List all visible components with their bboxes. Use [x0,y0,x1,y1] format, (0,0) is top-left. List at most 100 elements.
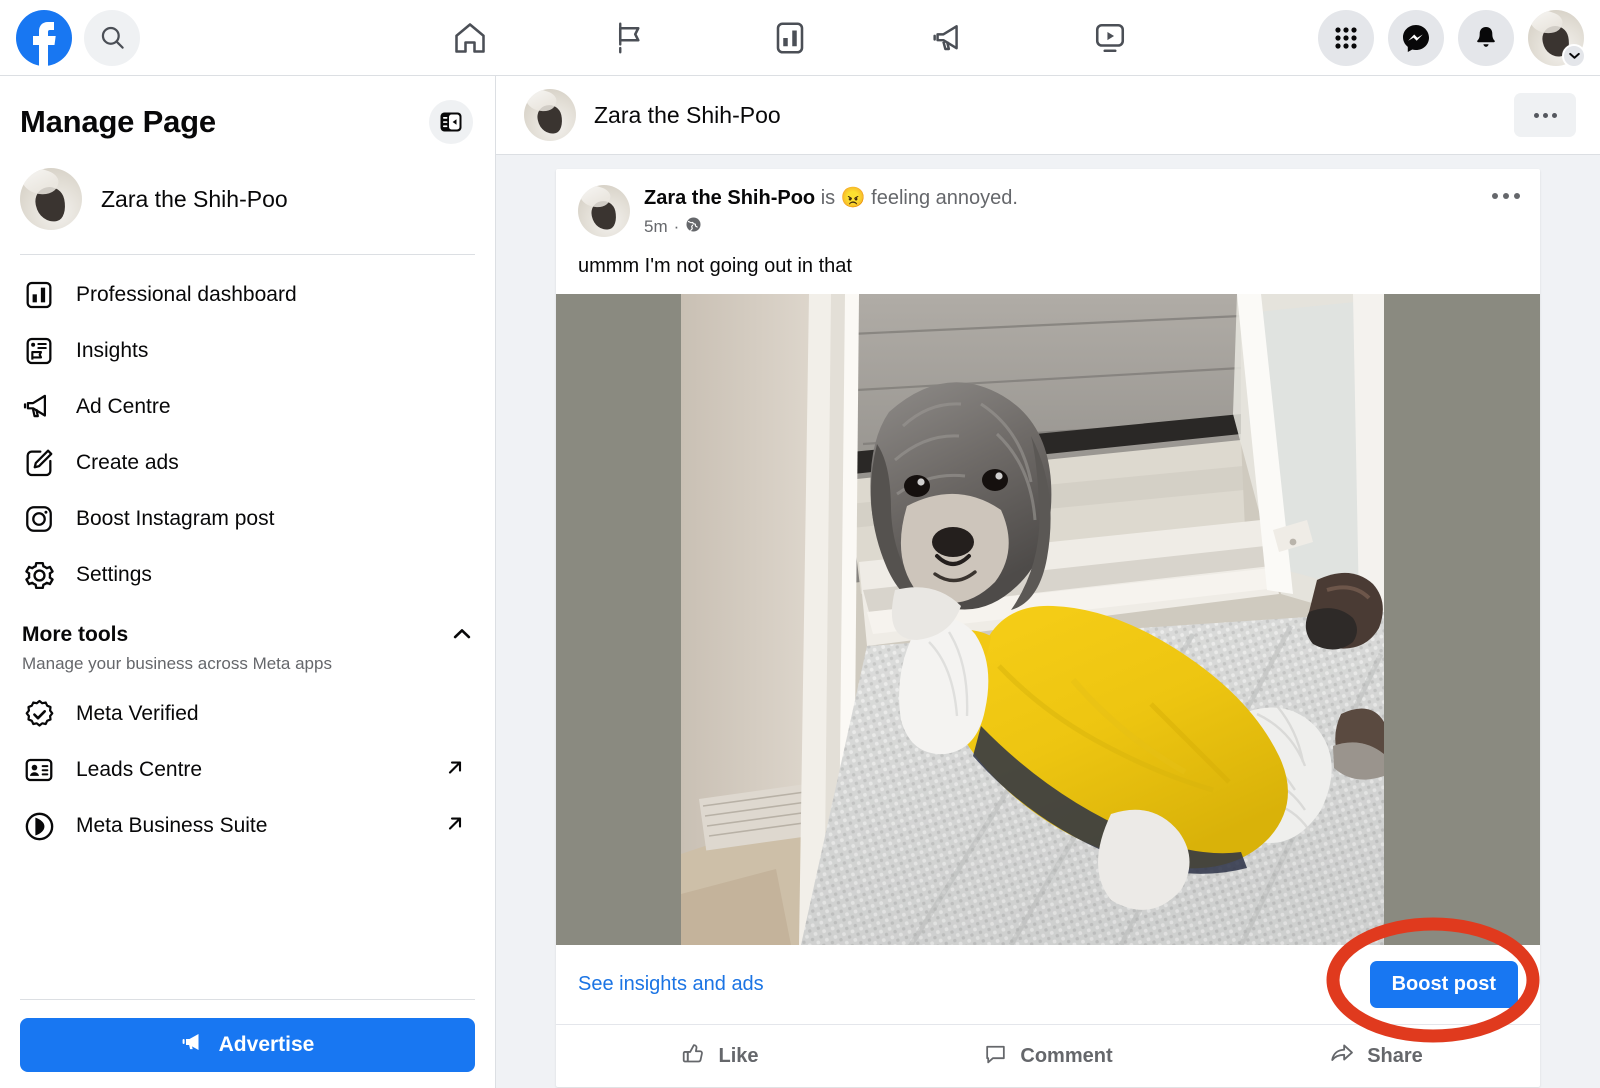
sidebar-item-label: Insights [76,339,149,362]
feeling-connector: is [820,187,836,209]
sidebar-item-insights[interactable]: Insights [12,323,483,379]
topbar-left-group [0,9,140,66]
sidebar-page-row[interactable]: Zara the Shih-Poo [0,144,495,230]
more-horizontal-icon [1533,112,1557,118]
share-label: Share [1367,1044,1423,1067]
pencil-square-icon [22,446,56,480]
search-button[interactable] [84,9,140,66]
sidebar-item-leads-centre[interactable]: Leads Centre [12,742,483,798]
facebook-page-manager: Manage Page Zara the Shih-Poo Profession… [0,0,1600,1088]
post-photo-image [681,294,1384,945]
megaphone-icon [933,24,958,50]
page-header-name: Zara the Shih-Poo [594,101,781,128]
bar-chart-icon [776,21,804,54]
post-more-button[interactable] [1492,185,1520,199]
sidebar-collapse-icon [440,112,462,132]
page-header-left: Zara the Shih-Poo [524,89,781,141]
post-meta: 5m · [644,216,1018,238]
post-photo[interactable] [556,294,1540,945]
page-context-header: Zara the Shih-Poo [496,76,1600,155]
feed: Zara the Shih-Poo is 😠 feeling annoyed. … [496,155,1600,1087]
post-header-left: Zara the Shih-Poo is 😠 feeling annoyed. … [578,185,1018,238]
footer-divider [20,999,475,1000]
sidebar-item-label: Create ads [76,451,179,474]
more-tools-title: More tools [22,623,129,646]
manage-page-sidebar: Manage Page Zara the Shih-Poo Profession… [0,76,496,1088]
share-button[interactable]: Share [1212,1025,1540,1087]
verified-badge-icon [22,697,56,731]
sidebar-item-label: Meta Business Suite [76,814,268,837]
page-name-label: Zara the Shih-Poo [101,185,288,212]
meta-business-icon [22,809,56,843]
comment-bubble-icon [983,1041,1008,1072]
thumbs-up-icon [681,1041,706,1072]
external-link-icon [445,814,465,839]
bell-icon [1477,26,1495,47]
topbar-right-group [1318,0,1586,75]
advertise-button[interactable]: Advertise [20,1018,475,1072]
sidebar-item-settings[interactable]: Settings [12,547,483,603]
page-title: Manage Page [20,104,216,139]
page-header-more-button[interactable] [1514,93,1576,137]
main-content: Zara the Shih-Poo Zara the Shih-Poo is 😠… [496,76,1600,1088]
sidebar-item-boost-instagram-post[interactable]: Boost Instagram post [12,491,483,547]
boost-post-button[interactable]: Boost post [1369,961,1518,1008]
sidebar-item-label: Boost Instagram post [76,507,275,530]
messenger-icon [1403,24,1429,52]
home-icon [455,22,485,53]
facebook-logo-icon[interactable] [16,9,72,66]
sidebar-item-label: Leads Centre [76,758,203,781]
sidebar-item-label: Professional dashboard [76,283,297,306]
post-header-text: Zara the Shih-Poo is 😠 feeling annoyed. … [644,185,1018,238]
more-tools-toggle[interactable]: More tools [0,603,495,650]
pages-tab[interactable] [550,0,710,75]
feeling-text: feeling annoyed. [871,187,1018,209]
menu-grid-button[interactable] [1318,9,1374,66]
messenger-button[interactable] [1388,9,1444,66]
sidebar-collapse-button[interactable] [429,100,473,144]
post-author-name[interactable]: Zara the Shih-Poo [644,187,815,209]
post-insights-bar: See insights and ads Boost post [556,945,1540,1025]
sidebar-item-label: Ad Centre [76,395,171,418]
bar-chart-icon [22,278,56,312]
account-button[interactable] [1528,9,1586,68]
sidebar-footer: Advertise [0,999,495,1088]
see-insights-and-ads-link[interactable]: See insights and ads [578,973,764,996]
post-author-avatar[interactable] [578,185,630,237]
post-header: Zara the Shih-Poo is 😠 feeling annoyed. … [556,169,1540,238]
more-tools-menu: Meta Verified Leads Centre Meta Business… [0,674,495,854]
meta-separator: · [673,217,680,236]
post-card: Zara the Shih-Poo is 😠 feeling annoyed. … [556,169,1540,1087]
globe-icon [685,216,702,238]
more-tools-subtitle: Manage your business across Meta apps [22,654,332,673]
like-label: Like [718,1044,759,1067]
sidebar-menu: Professional dashboard Insights Ad Centr… [0,255,495,603]
chevron-up-icon [451,623,473,650]
insights-tab[interactable] [710,0,870,75]
megaphone-filled-icon [181,1029,207,1061]
video-tab[interactable] [1030,0,1190,75]
instagram-icon [22,502,56,536]
page-avatar [524,89,576,141]
search-icon [101,26,124,49]
contact-card-icon [22,753,56,787]
sidebar-item-create-ads[interactable]: Create ads [12,435,483,491]
ads-tab[interactable] [870,0,1030,75]
annoyed-emoji-icon: 😠 [840,187,866,209]
megaphone-icon [22,390,56,424]
sidebar-item-ad-centre[interactable]: Ad Centre [12,379,483,435]
sidebar-item-professional-dashboard[interactable]: Professional dashboard [12,267,483,323]
post-timestamp[interactable]: 5m [644,217,668,237]
topbar-nav-tabs [390,0,1190,75]
video-icon [1095,23,1125,52]
post-author-line: Zara the Shih-Poo is 😠 feeling annoyed. [644,185,1018,211]
sidebar-item-meta-verified[interactable]: Meta Verified [12,686,483,742]
sidebar-item-label: Settings [76,563,152,586]
sidebar-header: Manage Page [0,76,495,144]
sidebar-item-meta-business-suite[interactable]: Meta Business Suite [12,798,483,854]
home-tab[interactable] [390,0,550,75]
notifications-button[interactable] [1458,9,1514,66]
like-button[interactable]: Like [556,1025,884,1087]
post-action-bar: Like Comment Share [556,1025,1540,1087]
comment-button[interactable]: Comment [884,1025,1212,1087]
